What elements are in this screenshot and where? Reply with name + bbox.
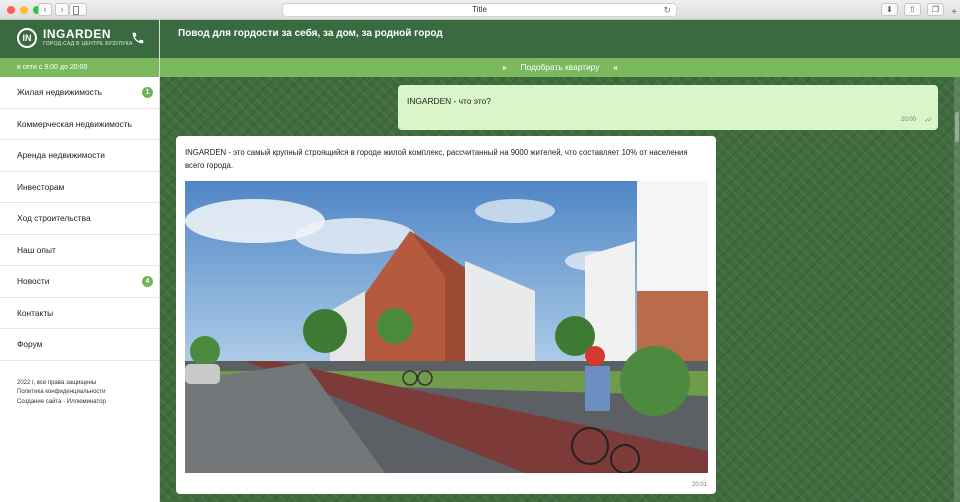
sidebar-menu-label: Наш опыт <box>17 244 56 255</box>
new-tab-button[interactable]: + <box>951 7 957 18</box>
copyright-text: 2022 г, все права защищены <box>17 379 97 386</box>
address-bar[interactable]: Title ↻ <box>282 3 677 17</box>
notification-badge: 4 <box>142 276 153 287</box>
sidebar-menu-label: Новости <box>17 276 50 286</box>
online-hours: в сети с 9:00 до 20:00 <box>0 58 159 77</box>
message-time: 20:01 <box>691 482 707 488</box>
sidebar-menu-label: Ход строительства <box>17 213 91 223</box>
credit-link[interactable]: Создание сайта - Иллюминатор <box>17 398 159 408</box>
sidebar: IN INGARDEN ГОРОД-САД В ЦЕНТРЕ БУЗУЛУКА … <box>0 20 160 502</box>
sidebar-menu-item[interactable]: Аренда недвижимости <box>0 140 159 172</box>
reload-icon[interactable]: ↻ <box>663 4 671 16</box>
scrollbar-thumb[interactable] <box>955 112 959 142</box>
sidebar-footer: 2022 г, все права защищены Политика конф… <box>0 361 159 408</box>
choose-apartment-button[interactable]: » Подобрать квартиру « <box>160 58 960 77</box>
user-message-text: INGARDEN - что это? <box>407 96 491 106</box>
logo-bar: IN INGARDEN ГОРОД-САД В ЦЕНТРЕ БУЗУЛУКА <box>0 20 159 58</box>
sidebar-menu: Жилая недвижимость 1 Коммерческая недвижим… <box>0 77 159 361</box>
choose-apartment-label: Подобрать квартиру <box>520 62 600 72</box>
browser-toolbar: ‹ › Title ↻ ⬇ ⇧ ❐ + <box>0 0 960 20</box>
page-header: Повод для гордости за себя, за дом, за р… <box>160 20 960 58</box>
phone-icon[interactable] <box>131 31 145 45</box>
bot-message: INGARDEN - это самый крупный строящийся … <box>176 136 716 494</box>
minimize-window-button[interactable] <box>20 6 28 14</box>
logo-tagline: ГОРОД-САД В ЦЕНТРЕ БУЗУЛУКА <box>43 41 133 47</box>
chevrons-right-icon: » <box>502 63 507 72</box>
main-panel: Повод для гордости за себя, за дом, за р… <box>160 20 960 502</box>
sidebar-menu-label: Инвесторам <box>17 181 65 192</box>
notification-badge: 1 <box>142 87 153 98</box>
browser-window: ‹ › Title ↻ ⬇ ⇧ ❐ + IN INGARDEN ГОРОД-СА… <box>0 0 960 502</box>
chat-area[interactable]: INGARDEN - что это? 20:00 ✓✓ INGARDEN - … <box>160 77 960 502</box>
sidebar-menu-item[interactable]: Жилая недвижимость 1 <box>0 77 159 109</box>
sidebar-menu-label: Контакты <box>17 307 54 318</box>
share-icon[interactable]: ⇧ <box>904 3 921 16</box>
close-window-button[interactable] <box>7 6 15 14</box>
sidebar-menu-label: Коммерческая недвижимость <box>17 118 132 129</box>
bot-message-text: INGARDEN - это самый крупный строящийся … <box>185 148 688 170</box>
sidebar-menu-label: Форум <box>17 339 43 349</box>
privacy-link[interactable]: Политика конфиденциальности <box>17 388 159 398</box>
logo-name[interactable]: INGARDEN <box>43 27 111 41</box>
sidebar-menu-label: Аренда недвижимости <box>17 150 105 160</box>
sidebar-toggle-button[interactable] <box>69 3 87 16</box>
forward-button[interactable]: › <box>55 3 69 16</box>
sidebar-menu-item[interactable]: Контакты <box>0 298 159 329</box>
download-icon[interactable]: ⬇ <box>881 3 898 16</box>
sidebar-menu-item[interactable]: Наш опыт <box>0 235 159 266</box>
sidebar-menu-label: Жилая недвижимость <box>17 87 103 97</box>
sidebar-menu-item[interactable]: Коммерческая недвижимость <box>0 109 159 140</box>
chevrons-left-icon: « <box>613 63 618 72</box>
chat-scrollbar[interactable] <box>954 77 960 502</box>
sidebar-menu-item[interactable]: Ход строительства <box>0 203 159 235</box>
page: IN INGARDEN ГОРОД-САД В ЦЕНТРЕ БУЗУЛУКА … <box>0 20 960 502</box>
sidebar-menu-item[interactable]: Форум <box>0 329 159 361</box>
back-button[interactable]: ‹ <box>38 3 52 16</box>
page-title: Title <box>472 5 487 14</box>
message-time: 20:00 <box>900 117 916 123</box>
read-checkmarks-icon: ✓✓ <box>924 117 933 124</box>
sidebar-menu-item[interactable]: Новости 4 <box>0 266 159 298</box>
tabs-icon[interactable]: ❐ <box>927 3 944 16</box>
sidebar-menu-item[interactable]: Инвесторам <box>0 172 159 203</box>
user-message: INGARDEN - что это? 20:00 ✓✓ <box>398 85 938 130</box>
residential-complex-photo[interactable] <box>185 181 708 473</box>
logo-icon[interactable]: IN <box>17 28 37 48</box>
